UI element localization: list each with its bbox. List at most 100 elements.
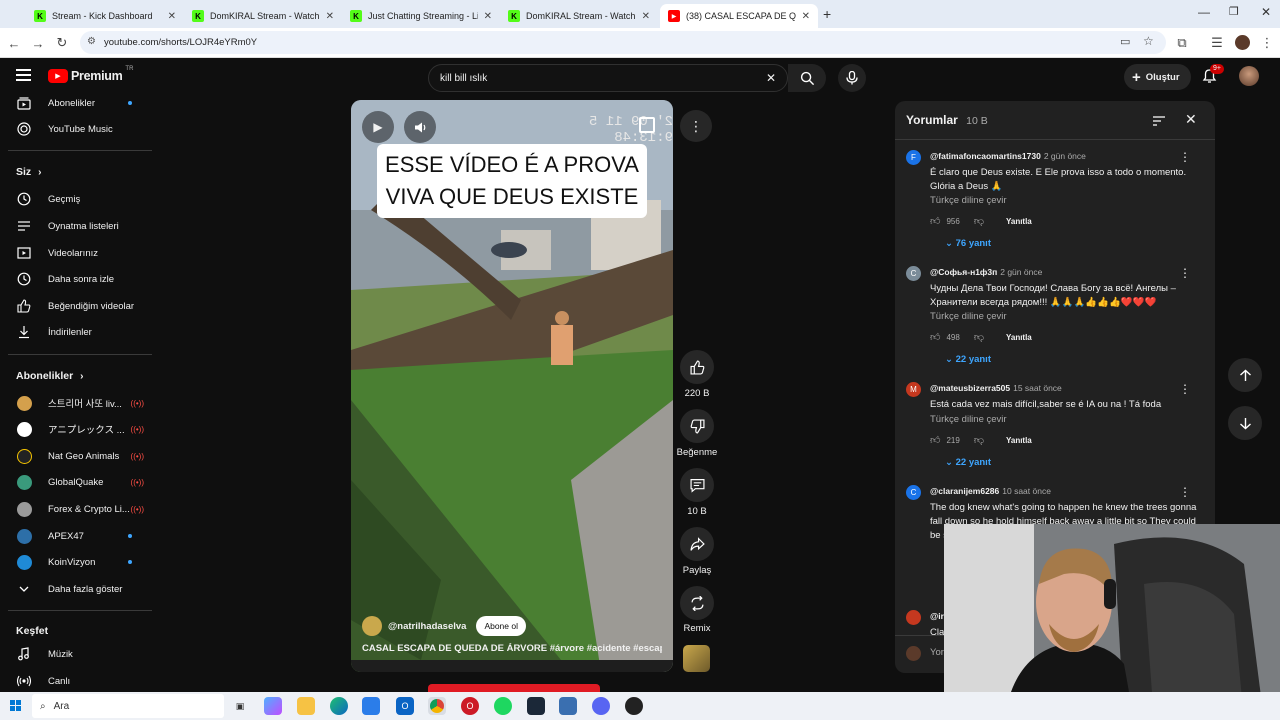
volume-button[interactable] [404,111,436,143]
sidebar-item-watch-later[interactable]: Daha sonra izle [0,267,152,291]
new-tab-icon[interactable]: + [823,6,831,22]
window-close-icon[interactable]: ✕ [1261,5,1271,19]
search-button[interactable] [788,64,826,92]
thumb-up-icon[interactable]: 👍︎ [930,331,940,343]
next-short-button[interactable] [1228,406,1262,440]
comment-author[interactable]: @ir [930,611,944,621]
opera-icon[interactable]: O [461,697,479,715]
browser-tab[interactable]: K DomKIRAL Stream - Watch Live ✕ [184,4,342,28]
search-input[interactable]: kill bill ıslık ✕ [428,64,788,92]
obs-icon[interactable] [625,697,643,715]
close-icon[interactable]: ✕ [642,11,650,22]
reply-button[interactable]: Yanıtla [1006,217,1032,226]
sidebar-item-liked-videos[interactable]: Beğendiğim videolar [0,294,152,318]
thumb-down-icon[interactable]: 👎︎ [974,434,984,446]
sidebar-item-history[interactable]: Geçmiş [0,187,152,211]
thumb-up-icon[interactable]: 👍︎ [930,215,940,227]
edge-icon[interactable] [330,697,348,715]
close-icon[interactable]: ✕ [326,11,334,22]
sort-icon[interactable] [1152,114,1166,132]
channel-name[interactable]: @natrilhadaselva [388,621,466,632]
windows-start-icon[interactable] [10,700,21,711]
dislike-button[interactable] [680,409,714,443]
sidebar-item-music[interactable]: Müzik [0,642,152,666]
show-more-button[interactable]: Daha fazla göster [0,577,152,601]
close-icon[interactable]: ✕ [168,11,176,22]
channel-avatar[interactable] [362,616,382,636]
reload-icon[interactable]: ↻ [53,34,71,52]
copilot-icon[interactable] [264,697,282,715]
back-icon[interactable]: ← [5,34,23,52]
avatar[interactable]: C [906,266,921,281]
audio-thumbnail[interactable] [683,645,710,672]
taskbar-search[interactable]: ⌕ Ara [32,694,224,718]
view-replies-button[interactable]: ⌄ 22 yanıt [945,457,991,468]
discord-icon[interactable] [592,697,610,715]
spotify-icon[interactable] [494,697,512,715]
minimize-icon[interactable]: — [1198,5,1210,19]
task-view-icon[interactable]: ▣ [231,697,249,715]
subscription-channel[interactable]: Nat Geo Animals ((•)) [0,444,152,468]
close-icon[interactable]: ✕ [1185,111,1197,128]
subscription-channel[interactable]: アニプレックス ... ((•)) [0,417,152,441]
subscription-channel[interactable]: GlobalQuake ((•)) [0,470,152,494]
more-options-icon[interactable]: ⋮ [680,110,712,142]
comment-menu-icon[interactable]: ⋮ [1179,485,1191,499]
subscription-channel[interactable]: APEX47 [0,524,152,548]
view-replies-button[interactable]: ⌄ 76 yanıt [945,238,991,249]
previous-short-button[interactable] [1228,358,1262,392]
comment-author[interactable]: @claranijem6286 [930,486,999,496]
store-icon[interactable] [362,697,380,715]
comment-menu-icon[interactable]: ⋮ [1179,382,1191,396]
thumb-up-icon[interactable]: 👍︎ [930,434,940,446]
clear-search-icon[interactable]: ✕ [766,71,776,85]
browser-tab[interactable]: K Just Chatting Streaming - Live ✕ [342,4,500,28]
subscription-channel[interactable]: Forex & Crypto Li... ((•)) [0,497,152,521]
avatar[interactable]: F [906,150,921,165]
forward-icon[interactable]: → [29,34,47,52]
bookmark-star-icon[interactable]: ☆ [1143,34,1154,48]
play-button[interactable]: ▶ [362,111,394,143]
comment-menu-icon[interactable]: ⋮ [1179,266,1191,280]
restore-icon[interactable]: ❐ [1229,5,1239,18]
share-button[interactable] [680,527,714,561]
sidebar-item-playlists[interactable]: Oynatma listeleri [0,214,152,238]
comment-author[interactable]: @fatimafoncaomartins1730 [930,151,1041,161]
browser-tab-active[interactable]: ▶ (38) CASAL ESCAPA DE QUEDA ✕ [660,4,818,28]
site-info-icon[interactable]: ⚙ [87,36,96,47]
youtube-premium-logo[interactable]: ▶ Premium TR [48,66,133,83]
voice-search-button[interactable] [838,64,866,92]
like-button[interactable] [680,350,714,384]
comment-author[interactable]: @Софья-н1ф3п [930,267,997,277]
chrome-menu-icon[interactable]: ⋮ [1258,34,1276,52]
view-replies-button[interactable]: ⌄ 22 yanıt [945,354,991,365]
comment-author[interactable]: @mateusbizerra505 [930,383,1010,393]
sidebar-item-subscriptions[interactable]: Abonelikler [0,91,152,115]
outlook-icon[interactable]: O [396,697,414,715]
remix-button[interactable] [680,586,714,620]
close-icon[interactable]: ✕ [484,11,492,22]
you-section-header[interactable]: Siz › [16,166,41,178]
translate-link[interactable]: Türkçe diline çevir [930,311,1007,322]
sidebar-item-youtube-music[interactable]: YouTube Music [0,117,152,141]
avatar[interactable] [906,610,921,625]
app-icon[interactable] [559,697,577,715]
profile-avatar[interactable] [1235,35,1250,50]
subscription-channel[interactable]: KoinVizyon [0,550,152,574]
subscribe-button[interactable]: Abone ol [476,616,526,636]
thumb-down-icon[interactable]: 👎︎ [974,331,984,343]
comment-menu-icon[interactable]: ⋮ [1179,150,1191,164]
subscriptions-section-header[interactable]: Abonelikler › [16,370,83,382]
cast-icon[interactable]: ▭ [1120,35,1130,48]
sidebar-item-live[interactable]: Canlı [0,669,152,693]
create-button[interactable]: + Oluştur [1124,64,1191,90]
browser-tab[interactable]: K Stream - Kick Dashboard ✕ [26,4,184,28]
translate-link[interactable]: Türkçe diline çevir [930,414,1007,425]
file-explorer-icon[interactable] [297,697,315,715]
sidebar-item-downloads[interactable]: İndirilenler [0,320,152,344]
extensions-icon[interactable]: ⧉ [1173,34,1191,52]
notifications-button[interactable]: 9+ [1202,64,1224,89]
avatar[interactable]: C [906,485,921,500]
shorts-video-player[interactable]: ESSE VÍDEO É A PROVA VIVA QUE DEUS EXIST… [351,100,673,672]
sidebar-item-your-videos[interactable]: Videolarınız [0,241,152,265]
